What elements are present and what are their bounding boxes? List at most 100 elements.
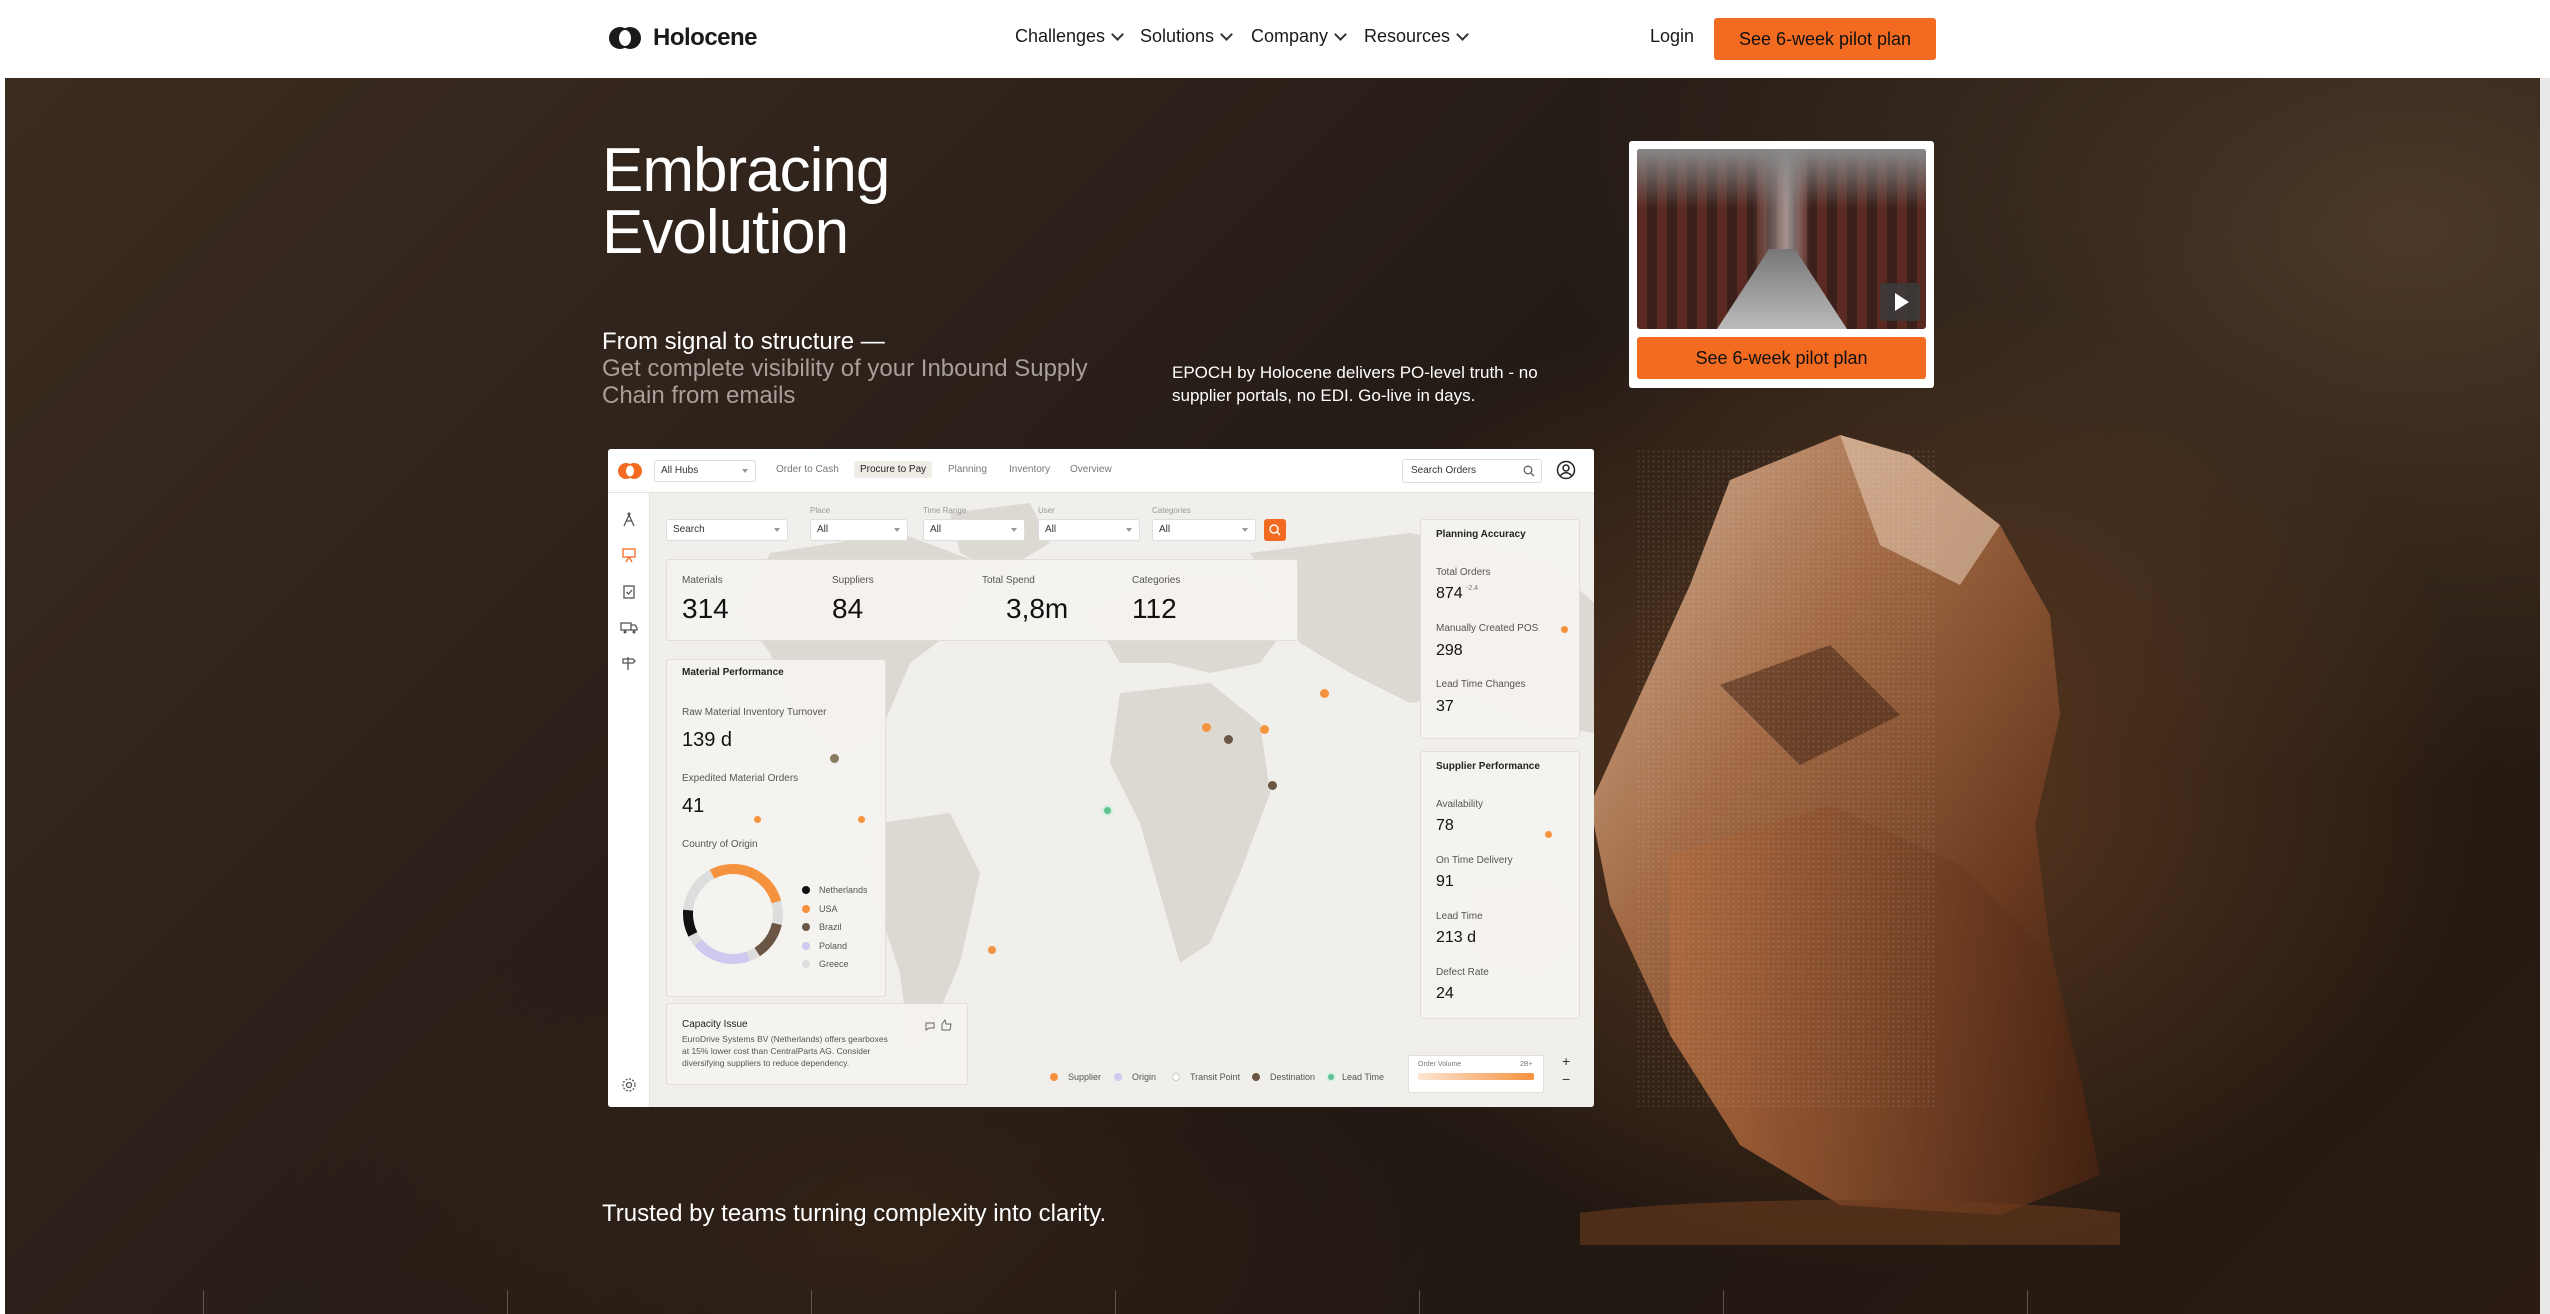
kpi-label: Categories [1132,575,1181,586]
dashboard-preview: All Hubs Order to Cash Procure to Pay Pl… [608,449,1594,1107]
map-marker-supplier[interactable] [858,816,865,823]
logo-strip-divider [1419,1290,1420,1314]
order-volume-gradient [1418,1073,1534,1080]
antenna-icon[interactable] [621,511,637,527]
tab-planning[interactable]: Planning [948,464,987,475]
chevron-down-icon [1456,27,1469,41]
legend-label: Poland [819,941,848,951]
gear-icon[interactable] [621,1077,637,1093]
map-marker-supplier[interactable] [1320,689,1329,698]
presentation-icon[interactable] [621,547,637,563]
order-volume-label: Order Volume [1418,1061,1462,1068]
play-icon[interactable] [1880,283,1920,321]
ontime-label: On Time Delivery [1436,855,1513,866]
ontime-value: 91 [1436,873,1454,890]
search-input[interactable]: Search [666,519,788,541]
kpi-label: Total Spend [982,575,1035,586]
filter-search-button[interactable] [1264,519,1286,541]
chevron-down-icon [1220,27,1233,41]
nav-resources[interactable]: Resources [1364,26,1469,47]
logo-strip-divider [507,1290,508,1314]
manual-pos-value: 298 [1436,642,1463,659]
legend-supplier-dot [1050,1073,1058,1081]
map-marker-destination[interactable] [1268,781,1277,790]
signpost-icon[interactable] [621,655,637,671]
expedited-value: 41 [682,795,705,817]
map-marker-supplier[interactable] [1260,725,1269,734]
truck-icon[interactable] [620,619,638,635]
thumbs-feedback-icon[interactable] [924,1019,954,1031]
hero-title: Embracing Evolution [602,140,890,267]
kpi-panel [666,559,1298,641]
defect-value: 24 [1436,985,1454,1002]
place-filter-select[interactable]: All [810,519,908,541]
search-orders-input[interactable]: Search Orders [1402,459,1542,483]
expedited-label: Expedited Material Orders [682,773,799,784]
kpi-label: Suppliers [832,575,874,586]
defect-label: Defect Rate [1436,967,1489,978]
logo-strip-divider [203,1290,204,1314]
map-marker-supplier[interactable] [1545,831,1552,838]
turnover-value: 139 d [682,729,733,751]
map-marker-supplier[interactable] [1561,626,1568,633]
zoom-in-button[interactable]: + [1562,1053,1570,1069]
brand-logo[interactable]: Holocene [607,22,758,54]
tab-overview[interactable]: Overview [1070,464,1112,475]
nav-label: Challenges [1015,26,1106,46]
map-marker-supplier[interactable] [988,946,996,954]
map-marker-destination[interactable] [1224,735,1233,744]
legend-dot-brazil [802,923,810,931]
time-filter-select[interactable]: All [923,519,1025,541]
nav-label: Company [1251,26,1329,46]
availability-label: Availability [1436,799,1484,810]
clipboard-check-icon[interactable] [621,583,637,599]
map-marker-supplier[interactable] [1202,723,1211,732]
map-marker-lead-time[interactable] [1102,805,1113,816]
legend-origin-dot [1114,1073,1122,1081]
nav-company[interactable]: Company [1251,26,1347,47]
total-orders-label: Total Orders [1436,567,1491,578]
tab-procure-to-pay[interactable]: Procure to Pay [854,461,933,478]
scrollbar[interactable] [2540,78,2550,1314]
tab-inventory[interactable]: Inventory [1009,464,1050,475]
dashboard-topbar: All Hubs Order to Cash Procure to Pay Pl… [608,449,1594,493]
legend-label: Greece [819,959,849,969]
category-filter-select[interactable]: All [1152,519,1256,541]
warehouse-video-thumbnail[interactable] [1637,149,1926,329]
logo-strip-divider [1115,1290,1116,1314]
legend-label: Brazil [819,922,842,932]
search-icon [1269,524,1281,536]
zoom-out-button[interactable]: − [1562,1071,1570,1087]
video-pilot-plan-button[interactable]: See 6-week pilot plan [1637,337,1926,379]
capacity-text: EuroDrive Systems BV (Netherlands) offer… [682,1034,888,1068]
user-filter-select[interactable]: All [1038,519,1140,541]
trusted-heading: Trusted by teams turning complexity into… [602,1200,1107,1227]
map-marker-destination[interactable] [830,754,839,763]
kpi-value: 3,8m [1006,593,1069,624]
grid-overlay [1636,449,1936,1107]
tab-order-to-cash[interactable]: Order to Cash [776,464,839,475]
capacity-title: Capacity Issue [682,1019,748,1030]
user-filter-label: User [1038,506,1055,515]
pilot-plan-button[interactable]: See 6-week pilot plan [1714,18,1936,60]
manual-pos-label: Manually Created POS [1436,623,1539,634]
legend-destination-dot [1252,1073,1260,1081]
user-avatar-icon[interactable] [1556,460,1576,480]
panel-title: Supplier Performance [1436,761,1540,772]
login-link[interactable]: Login [1650,26,1694,47]
nav-solutions[interactable]: Solutions [1140,26,1233,47]
logo-strip-divider [1723,1290,1724,1314]
nav-challenges[interactable]: Challenges [1015,26,1124,47]
hero-subtitle: From signal to structure — [602,328,885,355]
time-filter-label: Time Range [923,506,967,515]
holocene-logo-icon [609,27,641,49]
nav-label: Resources [1364,26,1451,46]
epoch-description: EPOCH by Holocene delivers PO-level trut… [1172,363,1538,405]
map-marker-supplier[interactable] [754,816,761,823]
total-orders-delta: -2.4 [1466,585,1479,592]
hero-title-line: Evolution [602,198,849,267]
holocene-logo-icon [618,463,642,479]
chevron-down-icon [1334,27,1347,41]
order-volume-value: 2B+ [1520,1061,1533,1068]
hub-select[interactable]: All Hubs [654,460,756,482]
